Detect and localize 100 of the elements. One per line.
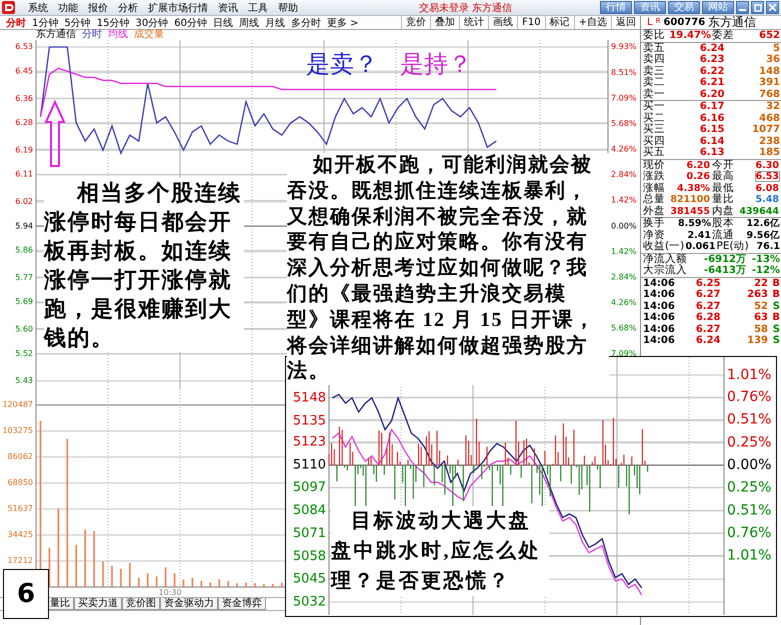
period-tab[interactable]: 月线 [262, 16, 288, 30]
order-level-label: 买五 [643, 147, 666, 158]
period-tab[interactable]: 1分钟 [29, 16, 62, 30]
axis-label: 2.84% [611, 272, 636, 282]
flow-amount: -6912万 [703, 254, 746, 265]
menu-item[interactable]: 功能 [53, 0, 83, 14]
volume-bar [75, 544, 78, 587]
axis-label: 4.26% [611, 144, 636, 154]
axis-label: 5045 [292, 572, 326, 587]
period-tab[interactable]: 60分钟 [171, 16, 210, 30]
field-label: 外盘 [643, 206, 665, 217]
indicator-tab[interactable]: 买卖力道 [74, 598, 122, 610]
menu-item[interactable]: 工具 [243, 0, 273, 14]
trade-time: 14:06 [643, 335, 673, 346]
app-logo-icon [2, 1, 15, 14]
menu-item[interactable]: 报价 [83, 0, 113, 14]
field-value: 19.47% [668, 30, 711, 42]
field-label: 收益(一) [643, 241, 684, 252]
trade-volume: 22 [753, 278, 768, 289]
question-text: 是卖？ [306, 51, 378, 80]
menu-item[interactable]: 系统 [23, 0, 53, 14]
indicator-tab[interactable]: 资金博弈 [218, 598, 266, 610]
field-value: 439644 [738, 206, 780, 217]
field-label: 净流入额 [643, 254, 688, 265]
period-tab[interactable]: 更多 > [324, 16, 362, 30]
axis-label: 5.69 [15, 297, 33, 306]
axis-label: 6.53 [15, 42, 33, 52]
trade-price: 6.27 [694, 300, 720, 312]
field-label: 大宗流入 [643, 265, 688, 276]
period-tab[interactable]: 分时 [3, 16, 29, 30]
order-price: 6.14 [698, 136, 724, 147]
menu-item[interactable]: 分析 [113, 0, 143, 14]
field-value: 9.56亿 [746, 230, 780, 241]
field-label: 委比 [643, 30, 665, 42]
flow-percent: -13% [750, 254, 780, 265]
axis-label: 7.09% [611, 349, 636, 358]
volume-bar [209, 582, 212, 587]
annotation-text: 如开板不跑，可能利润就会被吞没。既想抓住连续连板暴利，又想确保利润不被完全吞没，就要有自己的应对策略。你有没有深入分析思考过应如何做呢？我们的《最强趋势主升浪交易模型》课程将在 12 月 15 日开课，将会详细讲解如何做超强势股方法。 [287, 153, 609, 386]
order-volume: 391 [758, 77, 780, 88]
field-value: 381455 [669, 206, 711, 217]
field-value: 6.30 [754, 160, 780, 171]
trade-price: 6.28 [694, 312, 720, 324]
restore-button[interactable] [751, 1, 764, 14]
trade-price: 6.27 [694, 289, 720, 300]
minimize-button[interactable] [736, 1, 749, 14]
period-tab[interactable]: 5分钟 [61, 16, 94, 30]
axis-label: 5.43 [15, 376, 33, 386]
period-tab[interactable]: 15分钟 [94, 16, 132, 30]
window-title: 交易未登录 东方通信 [418, 2, 514, 14]
field-label: 量比 [712, 194, 734, 206]
flow-amount: -6413万 [703, 265, 746, 276]
menu-item[interactable]: 扩展市场行情 [143, 0, 213, 14]
axis-label: 5.77 [15, 272, 33, 282]
field-label: 流通 [712, 230, 734, 241]
series-label: 成交量 [134, 30, 164, 40]
trade-side: B [771, 278, 780, 289]
axis-label: 5.68% [611, 324, 636, 333]
restore-icon [754, 4, 762, 12]
field-value: 6.08 [754, 182, 780, 194]
axis-label: 0.51% [727, 502, 772, 519]
order-level-label: 买三 [643, 124, 666, 136]
order-level-label: 卖五 [643, 42, 666, 54]
axis-label: 5135 [292, 413, 326, 428]
indicator-tab[interactable]: 资金驱动力 [160, 598, 218, 610]
axis-label: 6.36 [15, 94, 33, 103]
axis-label: 120487 [2, 400, 33, 410]
field-label: 最高 [712, 171, 734, 182]
indicator-tab[interactable]: 竞价图 [122, 598, 160, 610]
axis-label: 17212 [8, 556, 33, 566]
order-price: 6.23 [698, 54, 724, 66]
axis-label: 5058 [292, 548, 326, 564]
field-value: 8.59% [677, 218, 711, 230]
series-label: 均线 [108, 30, 128, 40]
page-number: 6 [3, 569, 49, 619]
order-volume: 185 [758, 147, 780, 158]
order-volume: 32 [765, 101, 780, 112]
axis-label: 5084 [292, 503, 326, 518]
axis-label: 6.02 [15, 197, 33, 206]
period-tab[interactable]: 周线 [236, 16, 262, 30]
trade-side: S [772, 335, 780, 346]
field-label: 净资 [643, 230, 665, 241]
period-tab[interactable]: 多分时 [288, 16, 324, 30]
menu-item[interactable]: 帮助 [273, 0, 303, 14]
trade-price: 6.24 [694, 335, 720, 346]
period-tab[interactable]: 日线 [210, 16, 236, 30]
field-value: 0.26 [686, 171, 711, 182]
axis-label: 0.76% [727, 389, 772, 406]
period-tab[interactable]: 30分钟 [132, 16, 172, 30]
series-label: 分时 [82, 30, 102, 40]
trade-price: 6.25 [694, 278, 720, 289]
order-level-label: 买四 [643, 136, 666, 147]
axis-label: 5071 [292, 526, 326, 541]
field-value: 76.1 [756, 241, 780, 252]
axis-label: 4.26% [611, 298, 636, 308]
axis-label: 5.94 [15, 221, 33, 230]
axis-label: 6.28 [15, 118, 33, 128]
axis-label: 0.25% [727, 434, 772, 451]
close-button[interactable] [766, 1, 779, 14]
menu-item[interactable]: 资讯 [213, 0, 243, 14]
axis-label: 34425 [8, 530, 33, 540]
